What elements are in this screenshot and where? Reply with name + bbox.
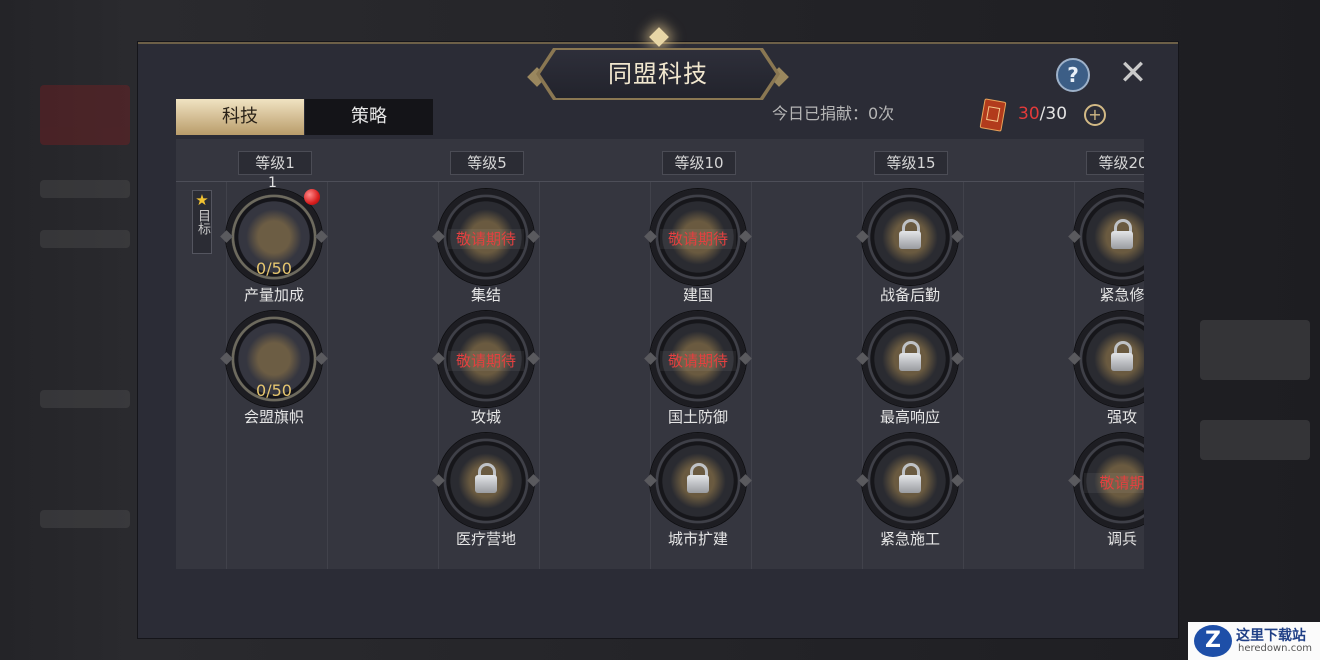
lock-icon: [475, 463, 497, 493]
star-icon: ★: [195, 191, 209, 209]
tech-node-medical-camp[interactable]: 医疗营地: [432, 433, 540, 548]
tech-node-troop-transfer[interactable]: 敬请期 调兵: [1068, 433, 1144, 548]
alliance-tech-panel: 同盟科技 ? ✕ 科技 策略 今日已捐献：0次 30/30 + 等级1 等级5 …: [138, 27, 1178, 638]
tech-name: 战备后勤: [879, 286, 940, 304]
level-label: 等级15: [874, 151, 948, 175]
level-label: 等级5: [450, 151, 524, 175]
watermark-subtitle: heredown.com: [1238, 643, 1313, 654]
tech-name: 强攻: [1106, 408, 1137, 426]
plus-icon: +: [1088, 105, 1102, 124]
tech-node-rally[interactable]: 敬请期待 集结: [432, 189, 540, 304]
site-watermark: Z 这里下载站 heredown.com: [1188, 622, 1320, 660]
tech-progress: 0/50: [256, 381, 292, 400]
close-button[interactable]: ✕: [1116, 56, 1150, 90]
tech-name: 国土防御: [667, 408, 728, 426]
tab-tech[interactable]: 科技: [176, 99, 304, 135]
donation-ticket-icon: [979, 98, 1007, 132]
notification-dot-icon: [304, 189, 320, 205]
donation-current: 30: [1018, 104, 1040, 124]
level-label: 等级20: [1086, 151, 1144, 175]
help-button[interactable]: ?: [1056, 58, 1090, 92]
tech-node-supreme-response[interactable]: 最高响应: [856, 311, 964, 426]
tech-node-emergency-construction[interactable]: 紧急施工: [856, 433, 964, 548]
background-left-ui: [40, 70, 135, 630]
lock-icon: [899, 219, 921, 249]
lock-icon: [1111, 219, 1133, 249]
tech-name: 紧急修: [1099, 286, 1144, 304]
tech-node-emergency-repair[interactable]: 紧急修: [1068, 189, 1144, 304]
tech-node-war-logistics[interactable]: 战备后勤: [856, 189, 964, 304]
lock-icon: [899, 463, 921, 493]
panel-title: 同盟科技: [608, 60, 708, 88]
coming-soon-label: 敬请期待: [660, 229, 736, 249]
target-label: 目标: [195, 209, 210, 235]
question-mark-icon: ?: [1067, 63, 1079, 87]
tech-node-territory-defense[interactable]: 敬请期待 国土防御: [644, 311, 752, 426]
tab-strategy[interactable]: 策略: [305, 99, 433, 135]
donation-quota: 30/30: [1018, 102, 1067, 126]
coming-soon-label: 敬请期待: [448, 351, 524, 371]
lock-icon: [687, 463, 709, 493]
tech-name: 最高响应: [879, 408, 940, 426]
tech-node-production-bonus[interactable]: 1 0/50 产量加成: [220, 175, 328, 304]
tech-name: 产量加成: [243, 286, 304, 304]
watermark-logo-icon: Z: [1194, 625, 1232, 657]
tech-name: 医疗营地: [455, 530, 516, 548]
tech-name: 建国: [682, 286, 713, 304]
tech-node-alliance-banner[interactable]: 0/50 会盟旗帜: [220, 311, 328, 426]
tech-name: 城市扩建: [667, 530, 728, 548]
gold-pile-icon: [246, 209, 302, 265]
lock-icon: [899, 341, 921, 371]
tech-progress: 0/50: [256, 259, 292, 278]
add-donation-button[interactable]: +: [1084, 104, 1106, 126]
tech-name: 集结: [470, 286, 501, 304]
coming-soon-label: 敬请期: [1084, 473, 1144, 493]
tech-name: 攻城: [470, 408, 501, 426]
tech-node-city-expansion[interactable]: 城市扩建: [644, 433, 752, 548]
eagle-shield-icon: [246, 331, 302, 387]
lock-icon: [1111, 341, 1133, 371]
level-label: 等级10: [662, 151, 736, 175]
donation-count-label: 今日已捐献：0次: [772, 104, 895, 123]
level-label: 等级1: [238, 151, 312, 175]
tech-name: 调兵: [1106, 530, 1137, 548]
tech-tree[interactable]: 等级1 等级5 等级10 等级15 等级20 ★ 目标 1 0/50 产量加成 …: [176, 139, 1144, 569]
target-badge[interactable]: ★ 目标: [192, 190, 212, 254]
background-right-ui: [1180, 60, 1310, 620]
watermark-title: 这里下载站: [1236, 628, 1306, 644]
tech-name: 紧急施工: [879, 530, 940, 548]
tech-node-found-nation[interactable]: 敬请期待 建国: [644, 189, 752, 304]
level-divider: [176, 181, 1144, 182]
tech-node-assault[interactable]: 强攻: [1068, 311, 1144, 426]
coming-soon-label: 敬请期待: [660, 351, 736, 371]
coming-soon-label: 敬请期待: [448, 229, 524, 249]
tech-node-siege[interactable]: 敬请期待 攻城: [432, 311, 540, 426]
donation-max: 30: [1045, 104, 1068, 124]
close-icon: ✕: [1118, 53, 1148, 93]
tech-name: 会盟旗帜: [243, 408, 304, 426]
